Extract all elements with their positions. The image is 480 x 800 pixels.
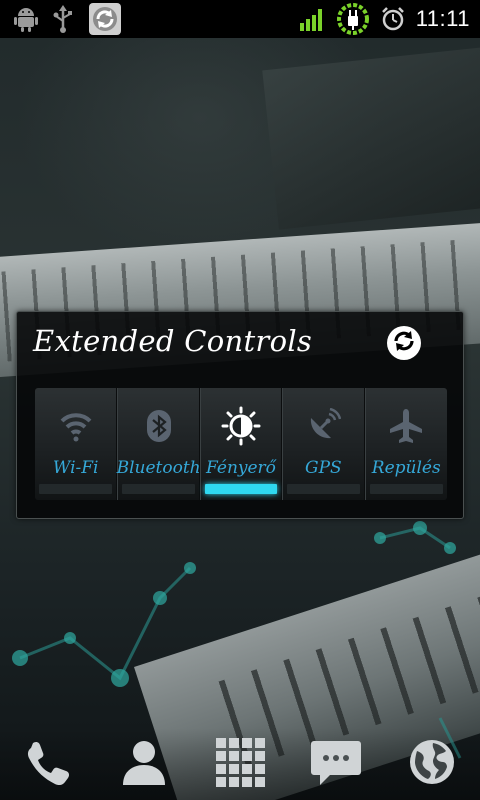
gps-icon [301,404,345,448]
messaging-icon [310,737,362,791]
toggle-gps[interactable]: GPS [282,388,365,500]
brightness-icon [219,404,263,448]
toggle-brightness-indicator [204,484,278,494]
refresh-button[interactable] [387,326,421,360]
status-bar: 11:11 [0,0,480,38]
toggle-airplane-label: Repülés [371,458,441,478]
browser-icon [407,737,457,791]
toggle-brightness-label: Fényerő [206,458,276,478]
toggle-bluetooth-indicator [122,484,195,494]
toggle-airplane[interactable]: Repülés [364,388,447,500]
phone-button[interactable] [16,732,80,796]
alarm-icon [380,6,406,32]
extended-controls-widget: Extended Controls Wi-Fi Bluetooth Fényer… [16,311,464,519]
widget-title: Extended Controls [33,324,313,358]
sync-widget-icon [88,2,122,36]
android-debug-icon [14,6,38,32]
toggle-gps-label: GPS [305,458,342,478]
toggle-bar: Wi-Fi Bluetooth Fényerő GPS Repülés [35,388,447,500]
browser-button[interactable] [400,732,464,796]
toggle-bluetooth[interactable]: Bluetooth [116,388,201,500]
toggle-bluetooth-label: Bluetooth [116,458,201,478]
wifi-icon [54,404,98,448]
airplane-icon [384,404,428,448]
battery-charging-icon [336,2,370,36]
toggle-gps-indicator [287,484,360,494]
app-drawer-button[interactable] [208,732,272,796]
contacts-button[interactable] [112,732,176,796]
toggle-wifi-label: Wi-Fi [52,458,99,478]
phone-icon [23,737,73,791]
toggle-brightness[interactable]: Fényerő [199,388,283,500]
usb-icon [52,5,74,33]
toggle-airplane-indicator [369,484,443,494]
home-dock [0,728,480,800]
refresh-icon [391,328,417,358]
contacts-icon [119,737,169,791]
app-drawer-icon [214,736,266,792]
status-clock: 11:11 [415,6,470,31]
toggle-wifi-indicator [39,484,113,494]
signal-icon [299,7,326,31]
bluetooth-icon [137,404,181,448]
messaging-button[interactable] [304,732,368,796]
toggle-wifi[interactable]: Wi-Fi [35,388,118,500]
